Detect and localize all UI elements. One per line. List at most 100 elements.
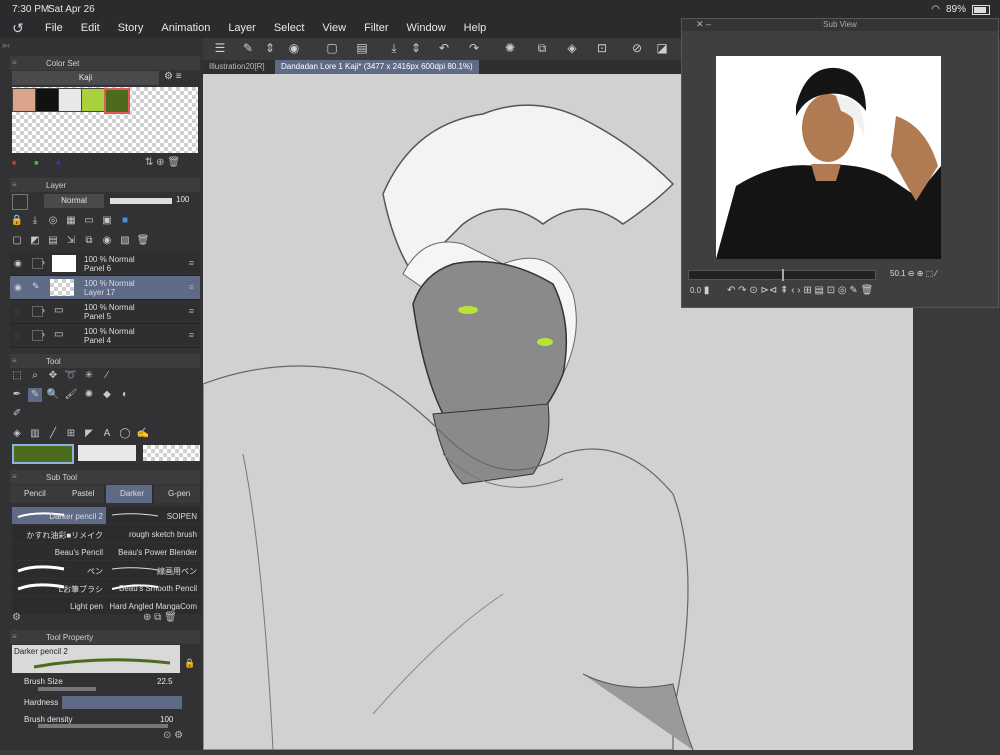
tab-gpen[interactable]: G-pen [154,485,201,503]
deselect-icon[interactable]: ⊘ [628,41,646,55]
brush-light-pen[interactable]: Light pen [12,597,107,614]
tab-pastel[interactable]: Pastel [58,485,105,503]
layer-row-selected[interactable]: ◉ ✎ 100 % Normal Layer 17 ≡ [10,276,200,300]
brush-density-slider[interactable] [38,724,168,728]
app-logo-icon[interactable]: ↺ [0,20,36,37]
slider-thumb[interactable] [782,269,784,281]
transform-icon[interactable]: ⊡ [593,41,611,55]
close-icon[interactable]: ✕ ‒ [696,19,711,30]
magnify-icon[interactable]: 🔍 [46,388,60,402]
brush-beaus-power-blender[interactable]: Beau's Power Blender [106,543,201,560]
selection-icon[interactable]: ⬚ [10,369,24,383]
zoom-tool-icon[interactable]: ⌕ [28,369,42,383]
menu-filter[interactable]: Filter [355,22,397,34]
color-layer-icon[interactable]: ■ [118,214,132,228]
hardness-selector[interactable] [62,696,182,709]
menu-view[interactable]: View [313,22,355,34]
open-folder-icon[interactable]: ▤ [353,41,371,55]
drag-grip-icon[interactable]: ≡ [12,632,17,641]
ruler-icon[interactable]: ▭ [82,214,96,228]
sub-view-window[interactable]: Sub View ✕ ‒ 50.1 ⊖ ⊕ ⬚ ⁄ 0.0 ▮ ↶ ↷ ⊙ ⊳⊲… [681,18,999,308]
mask-icon[interactable]: ▣ [100,214,114,228]
edit-icon[interactable]: ✎ [239,41,257,55]
drag-grip-icon[interactable]: ≡ [12,472,17,481]
layer-menu-icon[interactable]: ≡ [189,306,194,316]
color-set-settings-icon[interactable]: ⚙ ≡ [164,71,182,82]
chevron-updown-icon[interactable]: ⇕ [261,41,279,55]
brush-fude[interactable]: Lお筆ブラシ [12,579,107,596]
transparent-color-swatch[interactable] [143,445,200,461]
color-swatch-skin[interactable] [12,88,36,112]
color-swatch-black[interactable] [35,88,59,112]
brush-darker-pencil-2[interactable]: Darker pencil 2 [12,507,107,524]
visibility-eye-icon[interactable]: ○ [14,330,19,340]
color-swatch-white[interactable] [58,88,82,112]
magic-wand-icon[interactable]: ✳ [82,369,96,383]
sub-color-swatch[interactable] [78,445,136,461]
menu-select[interactable]: Select [265,22,314,34]
sub-tool-settings-icon[interactable]: ⚙ [12,612,21,623]
merge-icon[interactable]: ⇲ [64,234,78,248]
new-file-icon[interactable]: ▢ [323,41,341,55]
menu-file[interactable]: File [36,22,72,34]
drag-grip-icon[interactable]: ≡ [12,58,17,67]
eyedropper-icon[interactable]: ⁄ [100,369,114,383]
fill-icon[interactable]: ◈ [10,427,24,441]
move-icon[interactable]: ✥ [46,369,60,383]
brush-icon[interactable]: 🖌 [64,388,78,402]
lock-icon[interactable]: 🔒 [184,658,195,669]
balloon-icon[interactable]: ◯ [118,427,132,441]
layer-row[interactable]: ○ › ▭ 100 % Normal Panel 4 ≡ [10,324,200,348]
pen-icon[interactable]: ✐ [10,407,24,421]
menu-help[interactable]: Help [455,22,496,34]
pen-icon[interactable]: ✒ [10,388,24,402]
tool-property-footer-icons[interactable]: ⊙ ⚙ [163,730,183,741]
tab-pencil[interactable]: Pencil [10,485,59,503]
decoration-icon[interactable]: ✺ [82,388,96,402]
new-vector-layer-icon[interactable]: ◩ [28,234,42,248]
duplicate-icon[interactable]: ▧ [118,234,132,248]
menu-layer[interactable]: Layer [219,22,265,34]
menu-window[interactable]: Window [398,22,455,34]
text-icon[interactable]: A [100,427,114,441]
sub-view-controls[interactable]: ↶ ↷ ⊙ ⊳⊲ ⇞ ‹ › ⊞ ▤ ⊡ ◎ ✎ 🗑 [727,285,873,296]
copy-icon[interactable]: ⧉ [82,234,96,248]
frame-icon[interactable]: ⊞ [64,427,78,441]
lock-icon[interactable]: 🔒 [10,214,24,228]
visibility-eye-icon[interactable]: ◉ [14,258,22,269]
new-raster-layer-icon[interactable]: ▢ [10,234,24,248]
blend-icon[interactable]: ◐ [118,388,132,402]
clip-icon[interactable]: ⤓ [28,214,42,228]
layer-menu-icon[interactable]: ≡ [189,282,194,292]
line-icon[interactable]: ╱ [46,427,60,441]
drag-grip-icon[interactable]: ≡ [12,180,17,189]
invert-icon[interactable]: ◪ [653,41,671,55]
visibility-eye-icon[interactable]: ◉ [14,282,22,293]
brush-soipen[interactable]: SOIPEN [106,507,201,524]
collapse-icon[interactable]: »‹ [2,40,10,50]
delete-layer-icon[interactable]: 🗑 [136,234,150,248]
brush-rough-sketch[interactable]: rough sketch brush [106,525,201,542]
sub-view-rotation[interactable]: 0.0 ▮ [690,285,709,296]
fill-bucket-icon[interactable]: ◈ [563,41,581,55]
folder-expand-icon[interactable]: › [42,305,45,315]
mask-add-icon[interactable]: ◉ [100,234,114,248]
menu-story[interactable]: Story [109,22,153,34]
layer-opacity-slider[interactable] [110,198,172,204]
sub-view-zoom-slider[interactable] [688,269,876,281]
layer-row[interactable]: ◉ › 100 % Normal Panel 6 ≡ [10,252,200,276]
reference-icon[interactable]: ◎ [46,214,60,228]
main-color-swatch[interactable] [12,444,74,464]
eraser-icon[interactable]: ◆ [100,388,114,402]
color-set-dropdown[interactable]: Kaji [12,71,159,85]
color-swatch-lime[interactable] [81,88,105,112]
sub-tool-actions[interactable]: ⊕ ⧉ 🗑 [143,612,177,623]
save-icon[interactable]: ⤓ [385,41,403,56]
tab-darker[interactable]: Darker [106,485,153,503]
brush-lineart-pen[interactable]: 線画用ペン [106,561,201,578]
chevron-updown-icon[interactable]: ⇕ [407,41,425,55]
undo-icon[interactable]: ↶ [435,41,453,55]
brush-kasure[interactable]: かすれ油彩■リメイク [12,525,107,542]
layer-property-icon[interactable] [12,194,28,210]
layer-row[interactable]: ○ › ▭ 100 % Normal Panel 5 ≡ [10,300,200,324]
